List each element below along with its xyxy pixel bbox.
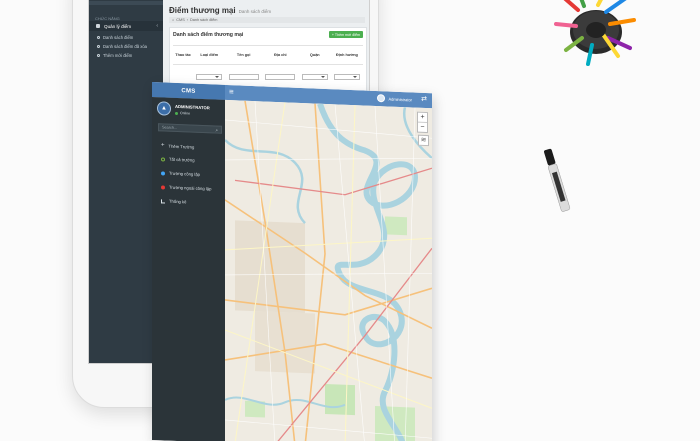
menu-item-thong-ke[interactable]: Thống kê bbox=[161, 198, 186, 204]
chevron-down-icon: ‹ bbox=[156, 23, 158, 29]
photo-scene: CHỨC NĂNG Quản lý điểm ‹ Danh sách điểm … bbox=[0, 0, 700, 441]
online-dot-icon bbox=[175, 111, 178, 115]
cms-printout: CMS ≡ Administrator ⇄ ▲ ADMINISTRATOR On… bbox=[152, 82, 432, 441]
menu-item-truong-cong-lap[interactable]: Trường công lập bbox=[161, 170, 200, 177]
menu-item-label: Trường ngoài công lập bbox=[169, 184, 212, 192]
map-tiles bbox=[225, 99, 432, 441]
sidebar-menu-quan-ly-diem[interactable]: Quản lý điểm ‹ bbox=[89, 21, 163, 31]
column-header: Địa chỉ bbox=[262, 45, 299, 65]
sidebar-header-bar bbox=[89, 1, 163, 5]
sidebar-item-label: Danh sách điểm bbox=[103, 35, 134, 40]
points-table: Thao tác Loại điểm Tên gọi Địa chỉ Quận … bbox=[173, 45, 363, 87]
breadcrumb: ⌂ CMS › Danh sách điểm bbox=[169, 17, 365, 23]
hamburger-menu-icon[interactable]: ≡ bbox=[229, 87, 234, 96]
column-header: Thao tác bbox=[173, 45, 194, 65]
plus-icon: + bbox=[161, 142, 165, 149]
column-header: Quận bbox=[298, 45, 331, 65]
layers-icon[interactable]: ≋ bbox=[418, 134, 429, 147]
circle-icon bbox=[97, 54, 100, 57]
panel-title: Danh sách điểm thương mại bbox=[173, 32, 244, 38]
search-icon[interactable]: ⌕ bbox=[215, 128, 218, 133]
search-placeholder: Search... bbox=[162, 125, 178, 131]
district-filter-select[interactable] bbox=[301, 74, 328, 80]
city-map[interactable]: + − ≋ bbox=[225, 99, 432, 441]
table-header-row: Thao tác Loại điểm Tên gọi Địa chỉ Quận … bbox=[173, 45, 363, 65]
profile-name: ADMINISTRATOR bbox=[175, 103, 210, 111]
sidebar-item-them-moi[interactable]: Thêm mới điểm bbox=[97, 53, 132, 58]
breadcrumb-separator: › bbox=[186, 18, 188, 22]
column-header: Định hướng bbox=[330, 45, 363, 65]
folder-icon bbox=[96, 24, 100, 28]
home-icon: ⌂ bbox=[172, 18, 175, 22]
avatar bbox=[377, 94, 386, 103]
orientation-filter-select[interactable] bbox=[333, 74, 360, 80]
sidebar-item-label: Thêm mới điểm bbox=[103, 53, 133, 58]
filter-cell bbox=[262, 65, 299, 88]
user-profile: ▲ ADMINISTRATOR Online bbox=[157, 101, 210, 117]
graduation-cap-icon: ▲ bbox=[157, 101, 171, 116]
name-filter-input[interactable] bbox=[228, 74, 259, 80]
filter-cell bbox=[331, 65, 363, 88]
dot-blue-icon bbox=[161, 170, 165, 176]
column-header: Loại điểm bbox=[193, 45, 226, 65]
page-title-text: Điểm thương mại bbox=[169, 6, 236, 15]
breadcrumb-item: Danh sách điểm bbox=[190, 18, 218, 22]
circle-icon bbox=[97, 36, 100, 39]
sidebar-item-da-xoa[interactable]: Danh sách điểm đã xóa bbox=[97, 44, 147, 49]
menu-item-tat-ca-truong[interactable]: Tất cả trường bbox=[161, 156, 195, 163]
map-zoom-control: + − bbox=[417, 111, 428, 134]
sidebar-item-danh-sach[interactable]: Danh sách điểm bbox=[97, 35, 133, 40]
add-point-button[interactable]: + Thêm mới điểm bbox=[328, 31, 363, 38]
topbar-username: Administrator bbox=[388, 95, 412, 102]
search-input[interactable]: Search... ⌕ bbox=[158, 123, 222, 134]
menu-item-label: Thêm Trường bbox=[168, 143, 195, 150]
page-subtitle: Danh sách điểm bbox=[238, 9, 272, 14]
menu-item-label: Tất cả trường bbox=[169, 156, 195, 163]
cms-sidebar: ▲ ADMINISTRATOR Online Search... ⌕ + Thê… bbox=[152, 97, 225, 441]
menu-item-label: Thống kê bbox=[169, 198, 187, 205]
zoom-out-button[interactable]: − bbox=[418, 121, 427, 133]
marker-pen-photo bbox=[544, 148, 571, 212]
trash-icon bbox=[97, 45, 100, 48]
filter-cell bbox=[225, 65, 262, 88]
circle-icon bbox=[161, 156, 165, 162]
pen-cup-photo bbox=[554, 0, 636, 66]
page-title: Điểm thương mại Danh sách điểm bbox=[169, 6, 271, 15]
status-text: Online bbox=[180, 111, 191, 116]
filter-cell bbox=[299, 65, 331, 88]
breadcrumb-item[interactable]: CMS bbox=[176, 18, 184, 22]
type-filter-select[interactable] bbox=[196, 74, 223, 80]
address-filter-input[interactable] bbox=[265, 74, 296, 80]
bar-chart-icon bbox=[161, 198, 165, 204]
column-header: Tên gọi bbox=[225, 45, 263, 65]
menu-item-truong-ngoai-cong-lap[interactable]: Trường ngoài công lập bbox=[161, 184, 211, 191]
logout-icon[interactable]: ⇄ bbox=[421, 95, 427, 103]
menu-item-them-truong[interactable]: + Thêm Trường bbox=[161, 142, 194, 149]
status-badge: Online bbox=[175, 111, 210, 116]
menu-item-label: Trường công lập bbox=[169, 170, 200, 177]
dot-red-icon bbox=[161, 184, 165, 190]
sidebar-item-label: Danh sách điểm đã xóa bbox=[103, 44, 147, 49]
topbar-user[interactable]: Administrator bbox=[377, 94, 412, 103]
zoom-in-button[interactable]: + bbox=[418, 113, 427, 122]
sidebar-menu-label: Quản lý điểm bbox=[104, 23, 132, 29]
